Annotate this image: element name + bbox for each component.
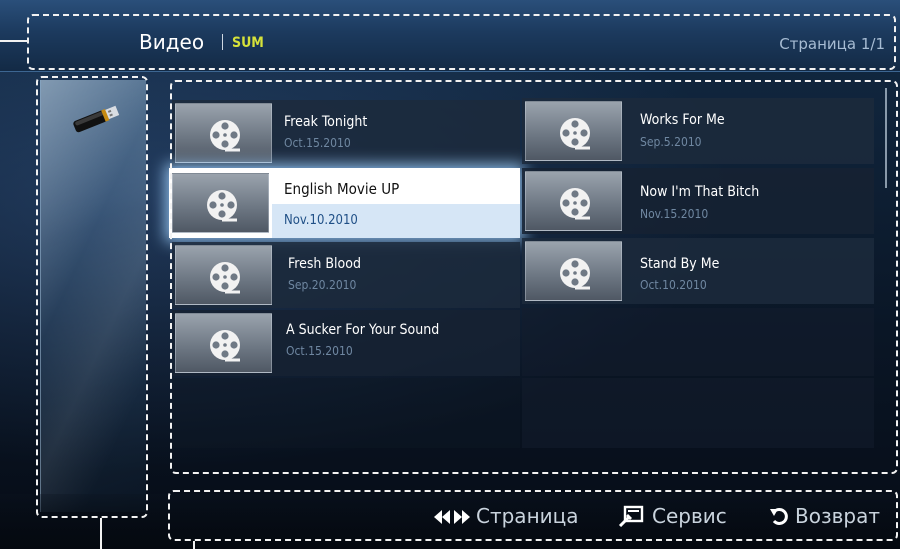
file-thumbnail: [525, 241, 622, 301]
film-reel-icon: [207, 190, 237, 222]
file-tile[interactable]: Fresh Blood Sep.20.2010: [172, 242, 520, 308]
file-date: Oct.15.2010: [284, 136, 351, 150]
film-reel-icon: [560, 118, 590, 150]
file-title: Fresh Blood: [288, 256, 361, 272]
file-tile[interactable]: Works For Me Sep.5.2010: [522, 98, 874, 164]
scrollbar[interactable]: [885, 88, 887, 188]
file-thumbnail: [525, 171, 622, 231]
file-thumbnail: [175, 313, 272, 373]
title-separator: [222, 34, 223, 50]
usb-stick-icon: [73, 105, 120, 133]
callout-leader: [100, 518, 102, 549]
file-title: Stand By Me: [640, 256, 720, 272]
file-thumbnail: [172, 173, 269, 233]
file-thumbnail: [525, 101, 622, 161]
media-player-screen: Видео SUM Страница 1/1 Freak Tonight Oct…: [0, 0, 900, 549]
file-title: Works For Me: [640, 112, 725, 128]
film-reel-icon: [210, 330, 240, 362]
footer-page-button[interactable]: Страница: [476, 504, 579, 528]
film-reel-icon: [210, 262, 240, 294]
empty-slot: [522, 378, 874, 448]
file-thumbnail: [175, 103, 272, 163]
callout-leader: [193, 541, 195, 549]
file-tile[interactable]: Now I'm That Bitch Nov.15.2010: [522, 168, 874, 234]
file-date: Nov.10.2010: [284, 213, 358, 228]
file-tile-selected[interactable]: English Movie UP Nov.10.2010: [169, 168, 520, 238]
device-name: SUM: [232, 35, 264, 51]
page-title: Видео: [139, 30, 205, 54]
file-tile[interactable]: Stand By Me Oct.10.2010: [522, 238, 874, 304]
footer-tools-button[interactable]: Сервис: [652, 504, 727, 528]
file-date: Oct.10.2010: [640, 278, 707, 292]
file-tile[interactable]: A Sucker For Your Sound Oct.15.2010: [172, 310, 520, 376]
file-title: A Sucker For Your Sound: [286, 322, 440, 338]
tools-icon: [618, 505, 644, 527]
film-reel-icon: [210, 120, 240, 152]
header-bar: [0, 0, 900, 72]
file-title: Now I'm That Bitch: [640, 184, 760, 200]
callout-leader: [0, 40, 28, 42]
footer-return-button[interactable]: Возврат: [795, 504, 880, 528]
return-arrow-icon: [770, 508, 788, 525]
file-date: Nov.15.2010: [640, 207, 709, 221]
file-title: English Movie UP: [284, 180, 400, 198]
empty-slot: [522, 308, 874, 376]
file-thumbnail: [175, 245, 272, 305]
file-tile[interactable]: Freak Tonight Oct.15.2010: [172, 100, 520, 166]
file-date: Sep.5.2010: [640, 135, 702, 149]
device-panel[interactable]: [40, 80, 146, 512]
page-indicator: Страница 1/1: [779, 35, 885, 53]
file-title: Freak Tonight: [284, 114, 368, 130]
panel-shine: [41, 80, 146, 512]
file-date: Sep.20.2010: [288, 278, 357, 292]
empty-slot: [172, 378, 520, 448]
file-date: Oct.15.2010: [286, 344, 353, 358]
film-reel-icon: [560, 258, 590, 290]
film-reel-icon: [560, 188, 590, 220]
left-right-arrows-icon: [434, 510, 470, 524]
